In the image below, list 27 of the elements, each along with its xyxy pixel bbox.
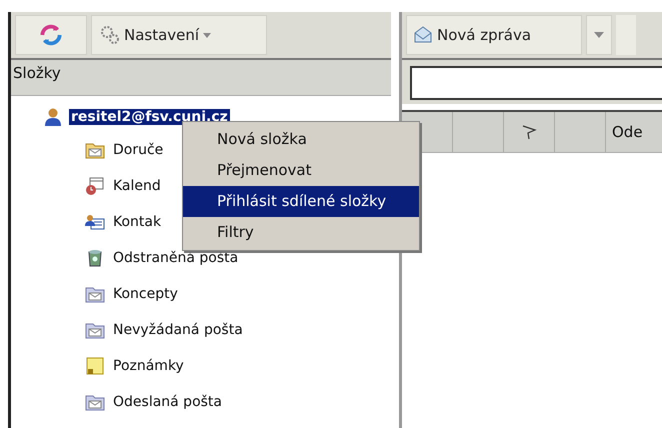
person-icon — [43, 107, 63, 127]
menu-item[interactable]: Nová složka — [183, 124, 419, 155]
envelope-icon — [413, 25, 433, 45]
dropdown-button[interactable] — [586, 15, 612, 55]
contact-card-icon — [85, 212, 105, 232]
tree-item[interactable]: Poznámky — [111, 358, 186, 374]
tree-item[interactable]: Kontak — [111, 214, 164, 230]
tree-item[interactable]: Odeslaná pošta — [111, 394, 224, 410]
menu-item[interactable]: Přejmenovat — [183, 155, 419, 186]
menu-item[interactable]: Přihlásit sdílené složky — [183, 186, 419, 217]
pane-header: Složky — [11, 60, 391, 96]
settings-button[interactable]: Nastavení — [91, 15, 267, 55]
tree-item[interactable]: resitel2@fsv.cuni.cz — [69, 109, 230, 125]
tree-item[interactable]: Odstraněná pošta — [111, 250, 240, 266]
new-message-button[interactable]: Nová zpráva — [406, 15, 582, 55]
note-icon — [85, 356, 105, 376]
menu-item[interactable]: Filtry — [183, 217, 419, 248]
calendar-icon — [85, 176, 105, 196]
gear-icon — [100, 25, 120, 45]
refresh-button[interactable] — [15, 15, 87, 55]
tree-item[interactable]: Nevyžádaná pošta — [111, 322, 245, 338]
search-field[interactable] — [410, 66, 662, 100]
tree-item[interactable]: Kalend — [111, 178, 163, 194]
tree-item[interactable]: Doruče — [111, 142, 166, 158]
tree-item[interactable]: Koncepty — [111, 286, 180, 302]
flag-icon — [521, 124, 537, 140]
refresh-icon — [38, 22, 64, 48]
